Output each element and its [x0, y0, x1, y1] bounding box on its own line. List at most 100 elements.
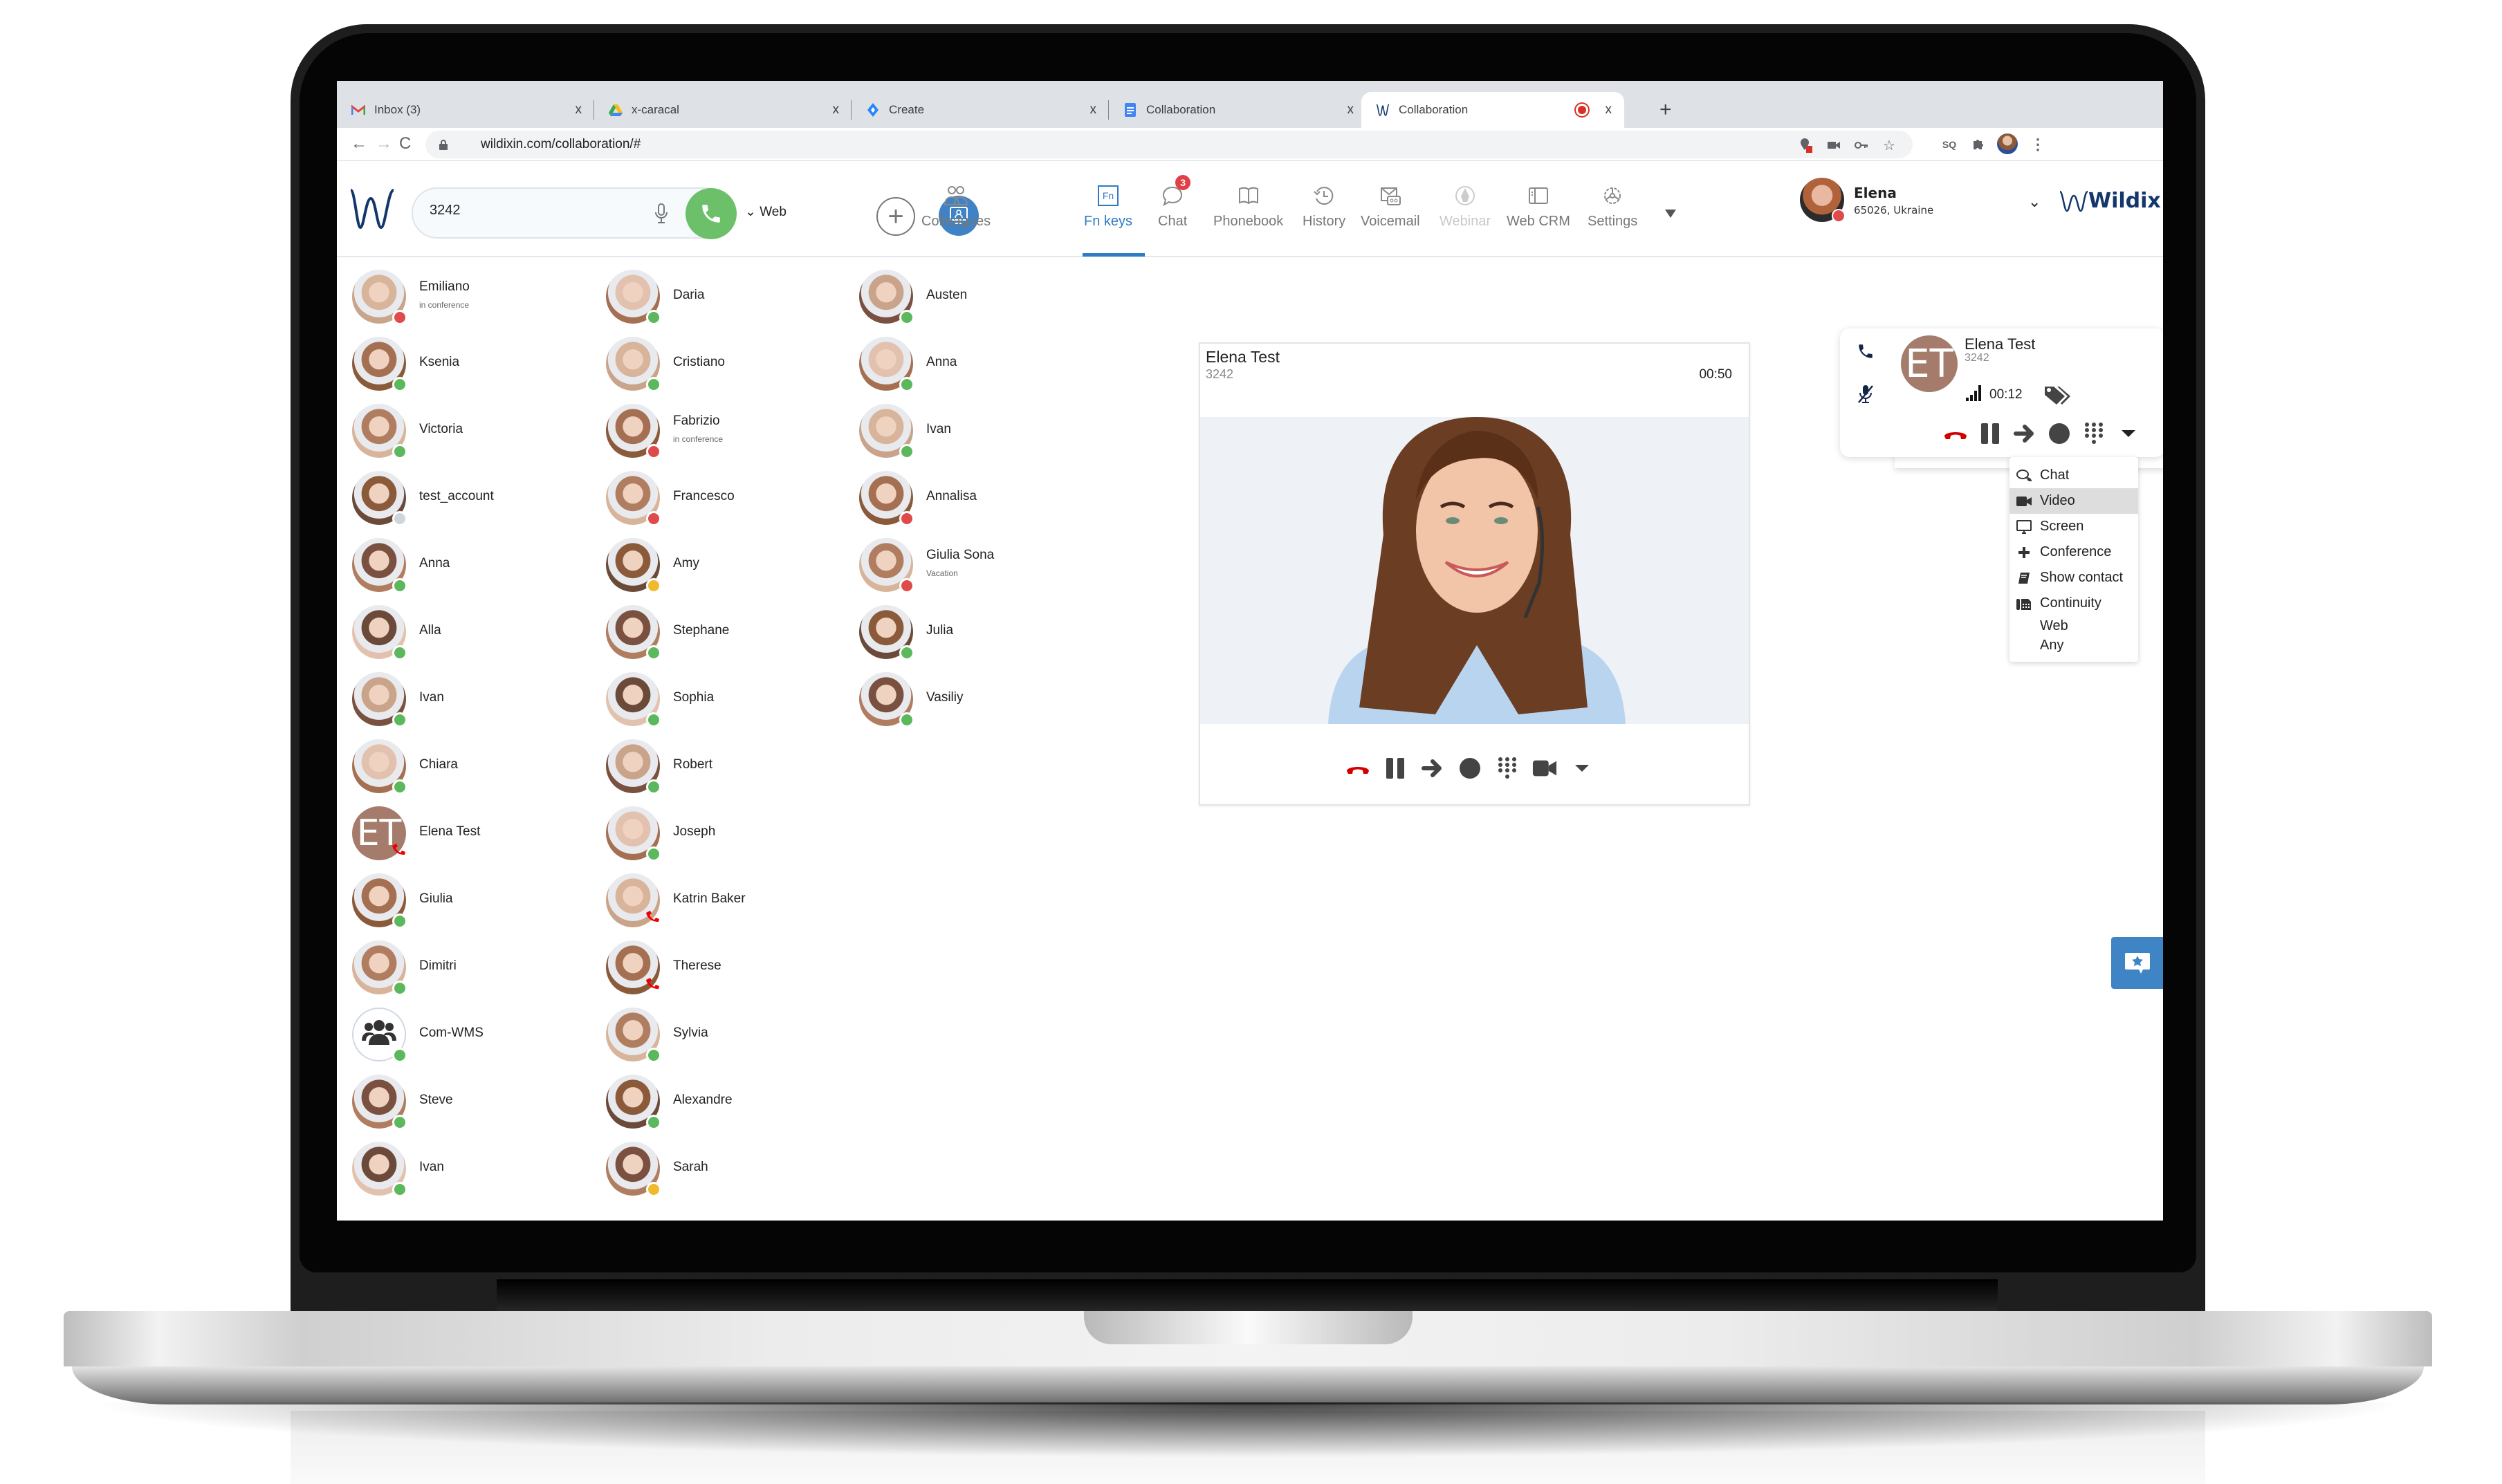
forward-button[interactable]: → [376, 133, 392, 154]
puzzle-icon[interactable] [1971, 137, 1986, 152]
contact-fn-key[interactable]: Annalisa [859, 471, 1094, 528]
camera-icon[interactable] [1826, 138, 1841, 153]
nav-phonebook[interactable]: Phonebook [1213, 182, 1283, 230]
dialpad-icon[interactable] [2081, 421, 2106, 446]
menu-item-continuity[interactable]: Continuity [2009, 591, 2138, 616]
more-nav-dropdown-icon[interactable] [1665, 210, 1676, 218]
more-dropdown-icon[interactable] [1570, 756, 1594, 781]
microphone-icon[interactable] [654, 203, 669, 225]
contact-fn-key[interactable]: Katrin Baker [606, 873, 841, 930]
hold-icon[interactable] [1978, 421, 2003, 446]
tab-close-icon[interactable]: x [833, 102, 840, 118]
transfer-icon[interactable] [1420, 756, 1445, 781]
contact-fn-key[interactable]: Com-WMS [352, 1008, 587, 1064]
tab-close-icon[interactable]: x [576, 102, 582, 118]
tab-close-icon[interactable]: x [1347, 102, 1354, 118]
contact-fn-key[interactable]: Victoria [352, 404, 587, 461]
contact-fn-key[interactable]: Emiliano in conference [352, 270, 587, 326]
contact-fn-key[interactable]: Sylvia [606, 1008, 841, 1064]
contact-fn-key[interactable]: Giulia [352, 873, 587, 930]
reload-button[interactable]: C [399, 133, 411, 154]
contact-fn-key[interactable]: Amy [606, 538, 841, 595]
menu-item-screen[interactable]: Screen [2009, 514, 2138, 539]
contact-fn-key[interactable]: Joseph [606, 806, 841, 863]
dialer-field[interactable] [412, 187, 737, 239]
nav-fn-keys[interactable]: Fn Fn keys [1084, 182, 1132, 230]
transfer-icon[interactable] [2012, 421, 2037, 446]
dial-number-input[interactable] [430, 203, 637, 219]
contact-fn-key[interactable]: Dimitri [352, 940, 587, 997]
contact-fn-key[interactable]: Cristiano [606, 337, 841, 393]
contact-fn-key[interactable]: Alexandre [606, 1075, 841, 1131]
contact-fn-key[interactable]: Therese [606, 940, 841, 997]
menu-item-chat[interactable]: Chat [2009, 463, 2138, 488]
key-icon[interactable] [1854, 138, 1869, 153]
phone-icon[interactable] [1857, 342, 1875, 364]
contact-fn-key[interactable]: Ksenia [352, 337, 587, 393]
contact-fn-key[interactable]: Vasiliy [859, 672, 1094, 729]
record-icon[interactable] [2047, 421, 2072, 446]
contact-fn-key[interactable]: Fabrizio in conference [606, 404, 841, 461]
browser-tab[interactable]: Inbox (3) x [337, 92, 594, 128]
contact-fn-key[interactable]: Ivan [859, 404, 1094, 461]
nav-colleagues[interactable]: Colleagues [921, 182, 991, 230]
browser-tab-active[interactable]: Collaboration x [1361, 92, 1624, 128]
browser-tab[interactable]: Collaboration x [1109, 92, 1366, 128]
contact-fn-key[interactable]: Ivan [352, 672, 587, 729]
contact-fn-key[interactable]: Julia [859, 605, 1094, 662]
contact-fn-key[interactable]: Anna [352, 538, 587, 595]
nav-history[interactable]: History [1303, 182, 1345, 230]
back-button[interactable]: ← [351, 133, 367, 154]
tags-icon[interactable] [2043, 384, 2071, 409]
contact-fn-key[interactable]: Alla [352, 605, 587, 662]
call-button[interactable] [686, 188, 737, 239]
user-menu-chevron-icon[interactable]: ⌄ [2028, 193, 2041, 211]
nav-chat[interactable]: 3 Chat [1158, 175, 1191, 230]
contact-fn-key[interactable]: Giulia Sona Vacation [859, 538, 1094, 595]
menu-item-conference[interactable]: Conference [2009, 539, 2138, 565]
contact-fn-key[interactable]: Chiara [352, 739, 587, 796]
star-icon[interactable]: ☆ [1882, 138, 1897, 154]
sq-extension-icon[interactable]: SQ [1942, 137, 1957, 152]
menu-item-video[interactable]: Video [2009, 488, 2138, 514]
url-bar[interactable]: wildixin.com/collaboration/# ☆ [425, 131, 1913, 158]
contact-fn-key[interactable]: Sarah [606, 1142, 841, 1198]
nav-settings[interactable]: Settings [1588, 182, 1637, 230]
contact-fn-key[interactable]: Ivan [352, 1142, 587, 1198]
hangup-icon[interactable] [1345, 756, 1370, 781]
browser-tab[interactable]: Create x [852, 92, 1109, 128]
tab-close-icon[interactable]: x [1090, 102, 1097, 118]
dialpad-icon[interactable] [1495, 756, 1520, 781]
device-selector[interactable]: ⌄ Web [745, 204, 787, 220]
hold-icon[interactable] [1383, 756, 1408, 781]
video-icon[interactable] [1532, 756, 1557, 781]
menu-item-show-contact[interactable]: Show contact [2009, 565, 2138, 591]
contact-fn-key[interactable]: Sophia [606, 672, 841, 729]
contact-fn-key[interactable]: Daria [606, 270, 841, 326]
menu-subitem-any[interactable]: Any [2009, 636, 2138, 655]
more-dropdown-icon[interactable] [2116, 421, 2141, 446]
nav-web-crm[interactable]: Web CRM [1507, 182, 1570, 230]
browser-tab[interactable]: x-caracal x [594, 92, 852, 128]
contact-fn-key[interactable]: Stephane [606, 605, 841, 662]
record-icon[interactable] [1457, 756, 1482, 781]
hangup-icon[interactable] [1943, 421, 1968, 446]
location-blocked-icon[interactable] [1799, 138, 1814, 153]
contact-fn-key[interactable]: Francesco [606, 471, 841, 528]
contact-fn-key[interactable]: Steve [352, 1075, 587, 1131]
contact-fn-key[interactable]: ET Elena Test [352, 806, 587, 863]
profile-avatar[interactable] [1997, 133, 2018, 154]
feedback-button[interactable] [2111, 937, 2163, 989]
contact-fn-key[interactable]: Austen [859, 270, 1094, 326]
add-button[interactable]: + [876, 197, 915, 236]
kebab-menu-icon[interactable]: ⋮ [2030, 136, 2045, 153]
nav-webinar[interactable]: Webinar [1439, 182, 1491, 230]
contact-fn-key[interactable]: Robert [606, 739, 841, 796]
contact-fn-key[interactable]: Anna [859, 337, 1094, 393]
menu-subitem-web[interactable]: Web [2009, 616, 2138, 636]
new-tab-button[interactable]: + [1659, 96, 1672, 124]
nav-voicemail[interactable]: Voicemail [1361, 182, 1420, 230]
mute-microphone-icon[interactable] [1857, 384, 1875, 408]
tab-close-icon[interactable]: x [1606, 102, 1612, 118]
contact-fn-key[interactable]: test_account [352, 471, 587, 528]
